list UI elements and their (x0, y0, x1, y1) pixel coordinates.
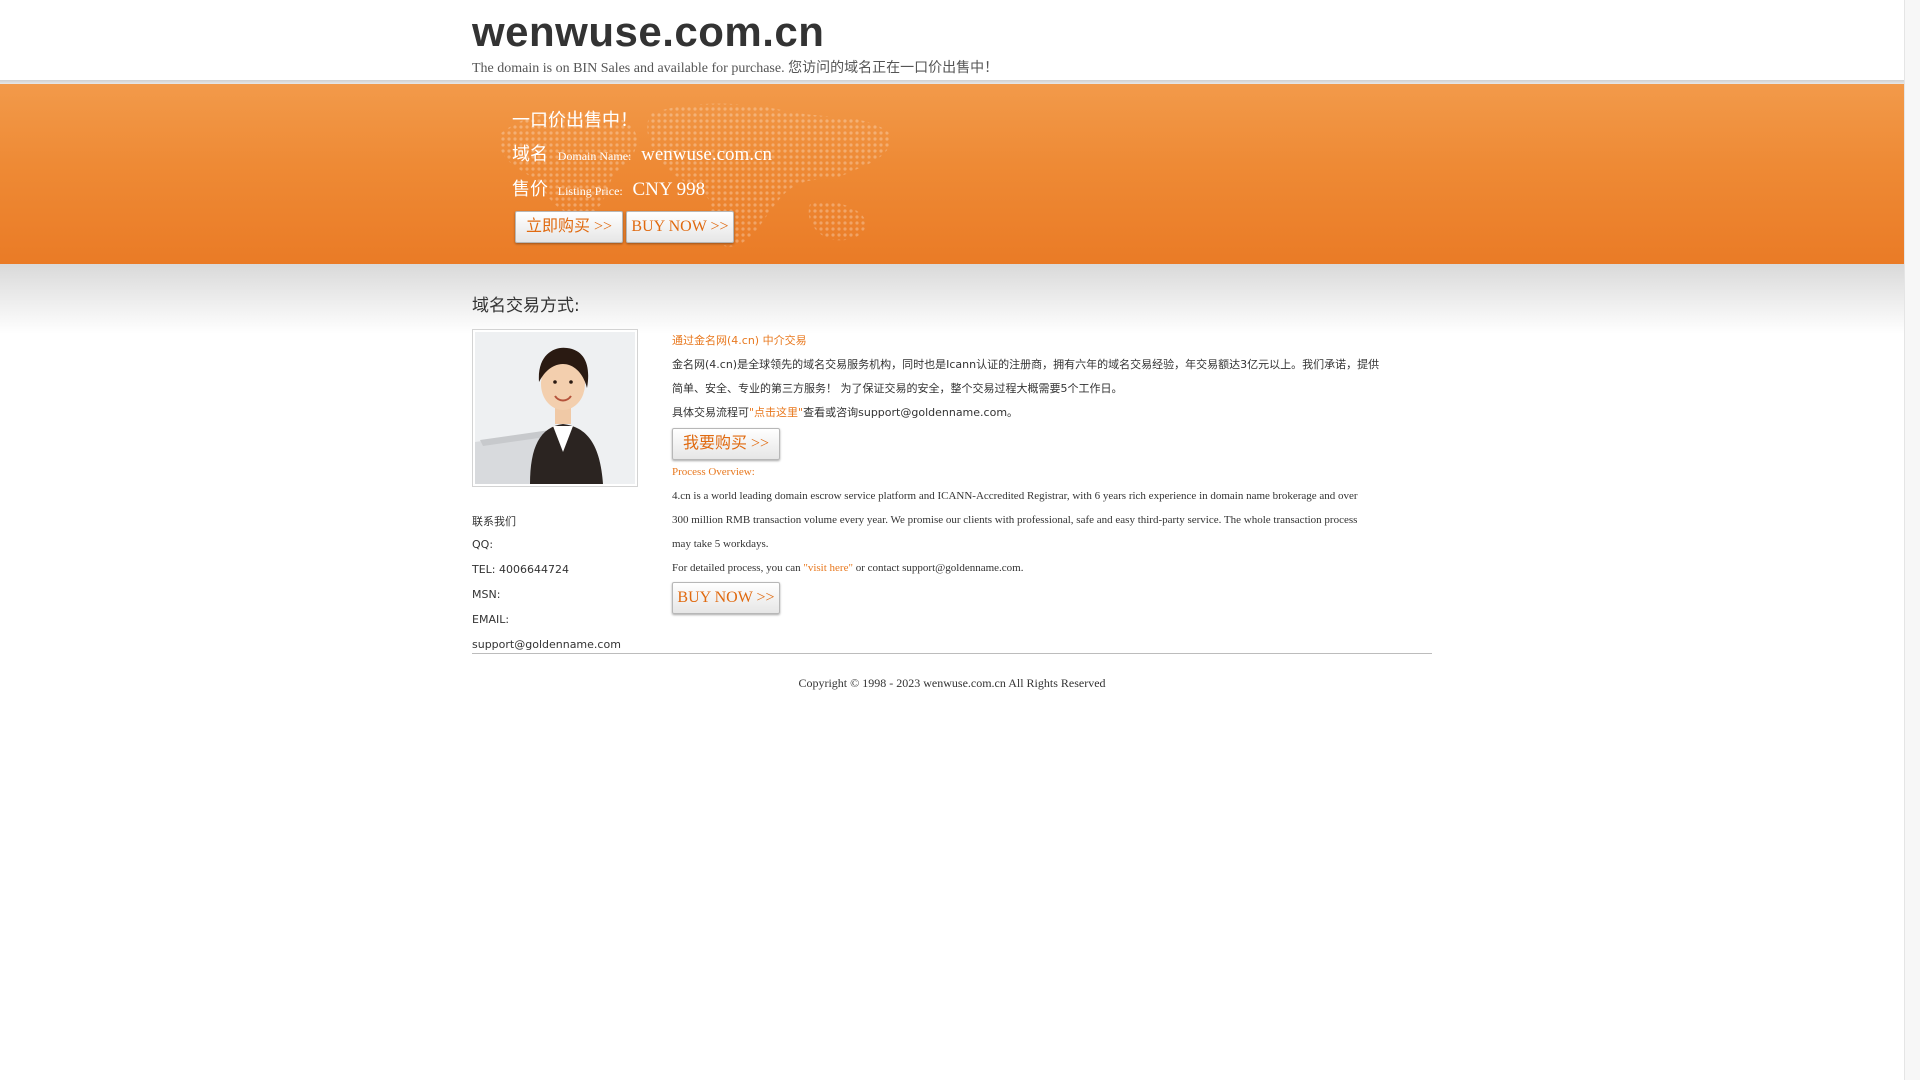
site-title: wenwuse.com.cn (472, 8, 825, 55)
escrow-heading: 通过金名网(4.cn) 中介交易 (672, 334, 807, 347)
description-en-line1: 4.cn is a world leading domain escrow se… (672, 490, 1358, 502)
buy-now-button[interactable]: BUY NOW >> (672, 582, 780, 614)
copyright-text: Copyright © 1998 - 2023 wenwuse.com.cn A… (798, 676, 1106, 690)
domain-value: wenwuse.com.cn (641, 144, 772, 165)
process-detail-en: For detailed process, you can "visit her… (672, 556, 1432, 580)
contact-email-label: EMAIL: (472, 613, 510, 626)
description-cn-line1: 金名网(4.cn)是全球领先的域名交易服务机构，同时也是Icann认证的注册商，… (672, 358, 1380, 371)
want-buy-button[interactable]: 我要购买 >> (672, 428, 780, 460)
sale-banner: 一口价出售中！ 域名 Domain Name: wenwuse.com.cn 售… (0, 84, 1905, 264)
description-en-line2: 300 million RMB transaction volume every… (672, 514, 1358, 526)
footer-divider (472, 653, 1432, 654)
click-here-link[interactable]: "点击这里" (749, 406, 803, 419)
visit-here-link[interactable]: "visit here" (803, 562, 853, 574)
description-en-line3: may take 5 workdays. (672, 538, 769, 550)
sale-notice: The domain is on BIN Sales and available… (472, 61, 999, 76)
section-background (0, 264, 1905, 334)
buy-now-en-button[interactable]: BUY NOW >> (626, 211, 734, 243)
domain-label-cn: 域名 (512, 144, 548, 165)
page-header: wenwuse.com.cn The domain is on BIN Sale… (0, 0, 1905, 80)
contact-msn: MSN: (472, 588, 501, 601)
detail-en-prefix: For detailed process, you can (672, 562, 804, 574)
process-overview-title: Process Overview: (672, 466, 755, 478)
section-title: 域名交易方式: (472, 296, 580, 316)
detail-cn-suffix: 查看或咨询support@goldenname.com。 (803, 406, 1019, 419)
detail-cn-prefix: 具体交易流程可 (672, 406, 749, 419)
description-cn-line2: 简单、安全、专业的第三方服务！ 为了保证交易的安全，整个交易过程大概需要5个工作… (672, 382, 1123, 395)
agent-photo (472, 329, 638, 487)
price-label-en: Listing Price: (557, 184, 623, 198)
banner-headline: 一口价出售中！ (512, 110, 638, 131)
escrow-description-cn: 金名网(4.cn)是全球领先的域名交易服务机构，同时也是Icann认证的注册商，… (672, 353, 1432, 401)
contact-email: support@goldenname.com (472, 638, 621, 651)
price-row: 售价 Listing Price: CNY 998 (512, 175, 705, 201)
buy-now-cn-button[interactable]: 立即购买 >> (515, 211, 623, 243)
price-label-cn: 售价 (512, 179, 548, 200)
process-detail-cn: 具体交易流程可"点击这里"查看或咨询support@goldenname.com… (672, 401, 1432, 425)
contact-tel: TEL: 4006644724 (472, 563, 569, 576)
price-value: CNY 998 (632, 179, 706, 200)
page-scrollbar[interactable] (1904, 0, 1920, 1080)
domain-row: 域名 Domain Name: wenwuse.com.cn (512, 140, 772, 166)
detail-en-suffix: or contact support@goldenname.com. (852, 562, 1024, 574)
agent-illustration (475, 332, 635, 484)
contact-heading: 联系我们 (472, 515, 516, 528)
contact-qq: QQ: (472, 538, 494, 551)
domain-label-en: Domain Name: (557, 149, 632, 163)
escrow-description-en: 4.cn is a world leading domain escrow se… (672, 484, 1432, 556)
